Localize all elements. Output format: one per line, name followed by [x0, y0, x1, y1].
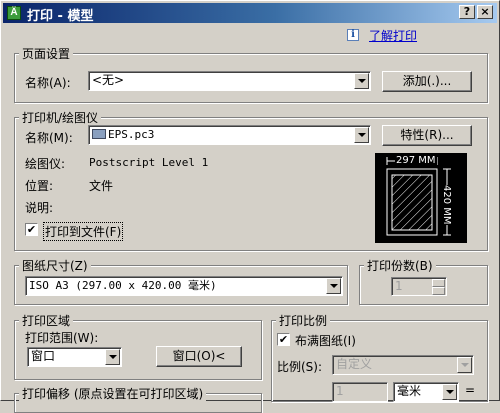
page-setup-title: 页面设置	[19, 45, 74, 62]
copies-spinner[interactable]: 1	[391, 277, 447, 296]
chevron-down-icon[interactable]	[105, 349, 120, 365]
plot-area-title: 打印区域	[19, 312, 74, 329]
add-page-setup-button[interactable]: 添加(.)...	[382, 71, 472, 92]
scale-select[interactable]: 自定义	[332, 355, 474, 375]
window-title: 打印 - 模型	[27, 9, 94, 24]
units-equals: =	[465, 383, 476, 397]
description-label: 说明:	[25, 201, 54, 215]
scale-units-input[interactable]: 1	[332, 382, 388, 402]
scale-value: 自定义	[336, 357, 373, 371]
location-label: 位置:	[25, 179, 54, 193]
printer-name-value: EPS.pc3	[108, 128, 155, 141]
copies-value: 1	[395, 279, 403, 293]
scale-units-value: 1	[336, 384, 344, 398]
plot-offset-title: 打印偏移 (原点设置在可打印区域)	[19, 385, 207, 402]
print-to-file-checkbox[interactable]: ✔	[25, 223, 38, 236]
info-icon: i	[347, 29, 359, 41]
plot-range-value: 窗口	[31, 349, 56, 363]
help-button[interactable]: ?	[459, 5, 475, 19]
title-bar[interactable]: Ä 打印 - 模型 ? ×	[3, 3, 497, 24]
page-setup-name-label: 名称(A):	[25, 76, 71, 90]
paper-preview-drawing	[386, 157, 451, 236]
printer-name-label: 名称(M):	[25, 131, 73, 145]
print-dialog: Ä 打印 - 模型 ? × i 了解打印 页面设置 名称(A): <无> 添加(…	[0, 0, 500, 413]
spin-up-icon[interactable]	[432, 279, 445, 287]
printer-properties-button[interactable]: 特性(R)...	[382, 125, 472, 146]
printer-group-title: 打印机/绘图仪	[19, 109, 102, 126]
plot-range-label: 打印范围(W):	[25, 331, 99, 345]
printer-name-select[interactable]: EPS.pc3	[88, 125, 371, 145]
chevron-down-icon[interactable]	[442, 384, 457, 400]
fit-to-paper-label[interactable]: 布满图纸(I)	[295, 332, 356, 349]
copies-title: 打印份数(B)	[364, 257, 436, 274]
autocad-app-icon: Ä	[7, 6, 21, 20]
close-button[interactable]: ×	[477, 5, 493, 19]
preview-height-label: 420 MM	[441, 185, 452, 225]
paper-size-select[interactable]: ISO A3 (297.00 x 420.00 毫米)	[25, 276, 343, 296]
plot-range-select[interactable]: 窗口	[27, 347, 122, 367]
plotter-label: 绘图仪:	[25, 157, 66, 171]
preview-width-label: 297 MM	[395, 155, 437, 166]
chevron-down-icon[interactable]	[354, 73, 369, 89]
page-setup-name-select[interactable]: <无>	[88, 71, 371, 91]
units-select[interactable]: 毫米	[393, 382, 459, 402]
learn-printing-link[interactable]: 了解打印	[369, 27, 417, 44]
plot-scale-title: 打印比例	[276, 312, 331, 329]
units-select-value: 毫米	[397, 384, 422, 398]
window-select-button[interactable]: 窗口(O)<	[156, 346, 242, 367]
printer-icon	[92, 129, 106, 139]
print-to-file-label[interactable]: 打印到文件(F)	[43, 222, 124, 241]
plotter-value: Postscript Level 1	[89, 156, 209, 169]
page-setup-name-value: <无>	[92, 73, 125, 87]
chevron-down-icon[interactable]	[326, 278, 341, 294]
location-value: 文件	[89, 179, 114, 193]
chevron-down-icon[interactable]	[457, 357, 472, 373]
chevron-down-icon[interactable]	[354, 127, 369, 143]
scale-label: 比例(S):	[277, 360, 323, 374]
paper-size-value: ISO A3 (297.00 x 420.00 毫米)	[29, 279, 217, 292]
paper-size-title: 图纸尺寸(Z)	[19, 257, 91, 274]
fit-to-paper-checkbox[interactable]: ✔	[277, 333, 290, 346]
paper-preview: 297 MM 420 MM	[375, 153, 467, 243]
spin-down-icon[interactable]	[432, 287, 445, 295]
